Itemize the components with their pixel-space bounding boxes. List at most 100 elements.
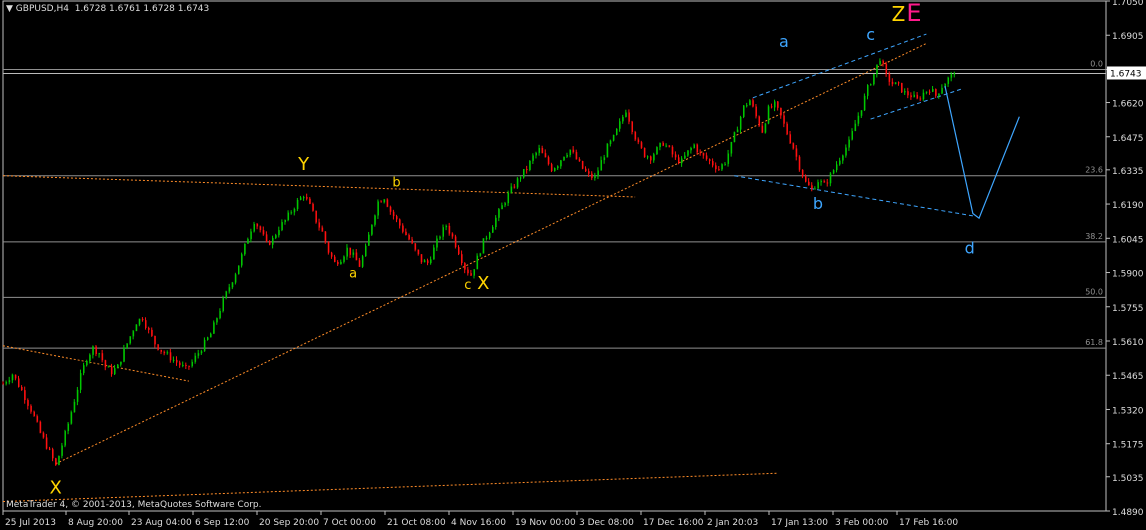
candle-body [805, 176, 807, 182]
candle-body [901, 82, 903, 93]
candle-body [585, 168, 587, 172]
candle-body [52, 449, 54, 459]
candle-body [563, 156, 565, 161]
candle-body [33, 411, 35, 417]
candle-body [640, 142, 643, 148]
candle-body [557, 166, 559, 169]
candle-body [24, 390, 26, 401]
y-tick-label: 1.5175 [1112, 441, 1144, 451]
candle-body [597, 170, 599, 177]
candle-body [172, 359, 175, 361]
candle-body [643, 147, 646, 158]
price-chart[interactable]: 0.023.638.250.061.8 XYabc XabcdZ E 1.70501… [0, 0, 1146, 530]
candle-body [457, 247, 460, 255]
candle-body [932, 89, 934, 92]
candle-body [343, 256, 345, 262]
candle-body [48, 448, 51, 450]
x-tick-label: 17 Jan 13:00 [771, 518, 828, 528]
candle-body [498, 209, 500, 218]
candle-body [237, 265, 240, 275]
candle-body [919, 98, 922, 100]
candle-body [609, 140, 612, 144]
wave-label-blue: b [813, 194, 823, 213]
candle-body [98, 353, 101, 355]
candle-body [371, 224, 373, 235]
candle-body [318, 222, 321, 228]
candle-body [70, 412, 73, 424]
wave-label-yellow: X [50, 477, 62, 498]
candle-body [770, 106, 773, 108]
candle-body [430, 259, 432, 264]
candle-body [687, 150, 689, 156]
candle-body [650, 156, 652, 161]
x-tick-label: 25 Jul 2013 [5, 518, 56, 528]
candle-body [123, 348, 125, 362]
wave-label-yellow: Z [892, 2, 906, 26]
candle-body [547, 157, 550, 165]
candle-body [842, 155, 844, 161]
candle-body [501, 205, 503, 210]
y-tick-label: 1.5900 [1112, 270, 1144, 280]
candle-body [575, 152, 578, 160]
candle-body [349, 247, 352, 255]
candle-body [581, 161, 584, 169]
candle-body [374, 215, 376, 225]
candle-body [169, 352, 172, 361]
candle-body [795, 148, 798, 157]
candle-body [110, 366, 113, 375]
x-tick-label: 23 Aug 04:00 [131, 518, 192, 528]
candle-body [811, 185, 813, 189]
candle-body [389, 206, 392, 212]
candle-body [228, 287, 231, 292]
candle-body [420, 254, 423, 263]
candle-body [76, 389, 79, 402]
candle-body [832, 170, 835, 174]
candle-body [541, 147, 544, 154]
candle-body [482, 238, 485, 254]
candle-body [733, 132, 736, 142]
candle-body [216, 318, 218, 323]
candle-body [222, 297, 224, 312]
candle-body [296, 199, 299, 210]
candle-body [953, 73, 956, 75]
candle-body [876, 64, 878, 75]
candle-body [176, 359, 178, 363]
candle-body [631, 121, 634, 133]
candle-body [151, 329, 153, 336]
candle-body [467, 269, 469, 274]
candle-body [873, 74, 875, 85]
candle-body [39, 421, 42, 433]
candle-body [885, 63, 888, 74]
candle-body [910, 95, 912, 98]
candle-body [117, 364, 119, 369]
candle-body [743, 105, 745, 117]
candle-body [647, 156, 649, 158]
candle-body [801, 169, 804, 177]
candle-body [392, 211, 395, 217]
y-tick-label: 1.6190 [1112, 201, 1144, 211]
candle-body [225, 291, 228, 298]
candle-body [299, 197, 302, 200]
candle-body [594, 176, 596, 178]
candle-body [166, 352, 169, 354]
candle-body [904, 91, 906, 93]
candle-body [897, 82, 900, 84]
candle-body [14, 374, 17, 379]
candle-body [671, 146, 674, 155]
y-tick-label: 1.4890 [1112, 508, 1144, 518]
candle-body [891, 81, 894, 85]
candle-body [104, 360, 107, 368]
candle-body [550, 164, 553, 172]
candle-body [777, 101, 779, 108]
candle-body [148, 327, 150, 330]
candle-body [448, 225, 451, 234]
candle-body [427, 260, 429, 264]
copyright-note: MetaTrader 4, © 2001-2013, MetaQuotes So… [6, 500, 262, 510]
candle-body [340, 261, 342, 265]
wave-label-blue: c [866, 25, 875, 44]
candle-body [247, 239, 249, 244]
candle-body [705, 155, 708, 160]
candle-body [612, 134, 615, 141]
candle-body [616, 128, 618, 135]
candle-body [250, 231, 252, 240]
